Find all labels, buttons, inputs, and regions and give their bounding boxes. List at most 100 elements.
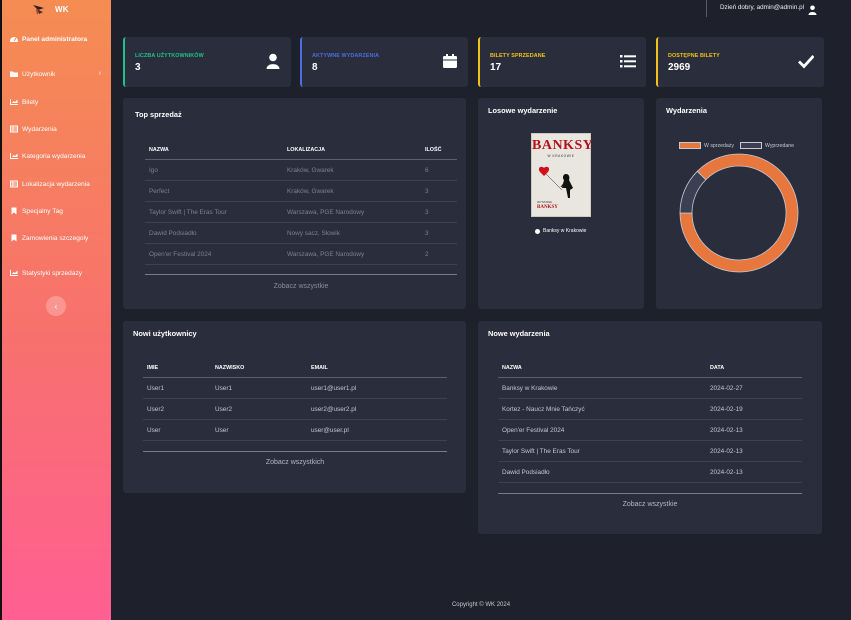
chart-icon [10, 98, 18, 106]
stat-card-available-tickets: DOSTĘPNE BILETY 2969 [656, 37, 824, 87]
new-users-title: Nowi użytkownicy [133, 329, 197, 338]
sidebar-collapse-button[interactable]: ‹ [46, 296, 66, 316]
column-header[interactable]: LOKALIZACJA [283, 141, 421, 160]
sidebar-item-label: Użytkownik [22, 70, 56, 78]
chart-icon [10, 269, 18, 277]
legend-swatch[interactable] [679, 142, 701, 149]
cell-location: Nowy sacz, Słowik [283, 222, 421, 244]
column-header[interactable]: ILOŚĆ [421, 141, 457, 160]
table-icon [10, 125, 18, 133]
stat-value: 3 [135, 62, 141, 73]
cell-event-name: Dawid Podsiadło [498, 461, 706, 483]
table-row[interactable]: Perfect Kraków, Gwarek 3 [145, 180, 457, 202]
topbar-divider [706, 0, 707, 17]
sidebar-item-label: Specjalny Tag [22, 207, 63, 215]
dashboard-icon [10, 35, 18, 43]
table-row[interactable]: Taylor Swift | The Eras Tour Warszawa, PG… [145, 201, 457, 223]
stat-label: LICZBA UŻYTKOWNIKÓW [135, 53, 204, 59]
table-row[interactable]: User2 User2 user2@user2.pl [143, 398, 447, 420]
stat-card-tickets-sold: BILETY SPRZEDANE 17 [478, 37, 646, 87]
sidebar-item-label: Lokalizacja wydarzenia [22, 180, 90, 188]
cell-email: user2@user2.pl [307, 398, 447, 420]
table-row[interactable]: Taylor Swift | The Eras Tour 2024-02-13 [498, 440, 802, 462]
bookmark-icon [10, 234, 18, 242]
sidebar-item-4[interactable]: Kategoria wydarzenia [10, 149, 103, 163]
cell-first-name: User1 [143, 377, 211, 399]
table-row[interactable]: User User user@user.pl [143, 419, 447, 441]
brand-name: WK [55, 4, 69, 14]
sidebar-item-6[interactable]: Specjalny Tag [10, 204, 103, 218]
column-header[interactable]: NAZWA [498, 359, 706, 378]
footer-copyright: Copyright © WK 2024 [451, 602, 511, 608]
legend-label[interactable]: W sprzedaży [704, 143, 734, 149]
cell-date: 2024-02-13 [706, 419, 802, 441]
table-row[interactable]: Kortez - Naucz Mnie Tańczyć 2024-02-19 [498, 398, 802, 420]
cell-date: 2024-02-13 [706, 440, 802, 462]
caption-dot [535, 228, 540, 234]
new-events-title: Nowe wydarzenia [488, 329, 550, 338]
table-row[interactable]: Open'er Festival 2024 2024-02-13 [498, 419, 802, 441]
stat-value: 2969 [668, 62, 691, 73]
table-row[interactable]: User1 User1 user1@user1.pl [143, 377, 447, 399]
column-header[interactable]: DATA [706, 359, 802, 378]
table-row[interactable]: Open'er Festival 2024 Warszawa, PGE Narod… [145, 243, 457, 265]
see-all-link[interactable]: Zobacz wszystkie [498, 501, 802, 508]
cell-event-name: Banksy w Krakowie [498, 377, 706, 399]
user-icon[interactable] [808, 2, 817, 15]
cell-first-name: User [143, 419, 211, 441]
top-sales-card: Top sprzedaż NAZWA LOKALIZACJA ILOŚĆ Igo… [123, 98, 466, 309]
cell-name: Dawid Podsiadło [145, 222, 283, 244]
bookmark-icon [10, 207, 18, 215]
table-row[interactable]: Banksy w Krakowie 2024-02-27 [498, 377, 802, 399]
folder-icon [10, 70, 18, 78]
events-chart-title: Wydarzenia [666, 106, 707, 115]
sidebar-item-5[interactable]: Lokalizacja wydarzenia [10, 177, 103, 191]
cell-first-name: User2 [143, 398, 211, 420]
chart-icon [10, 152, 18, 160]
column-header[interactable]: NAZWA [145, 141, 283, 160]
brand[interactable]: WK [32, 1, 69, 17]
legend-swatch[interactable] [739, 142, 762, 149]
column-header[interactable]: IMIE [143, 359, 211, 378]
table-row[interactable]: Igo Kraków, Gwarek 6 [145, 159, 457, 181]
top-sales-title: Top sprzedaż [135, 110, 182, 119]
donut-slice-wyprzedane[interactable] [679, 170, 707, 214]
new-events-table: NAZWA DATA Banksy w Krakowie 2024-02-27 K… [498, 359, 802, 483]
sidebar-item-label: Wydarzenia [22, 125, 57, 133]
cell-date: 2024-02-19 [706, 398, 802, 420]
sidebar-item-1[interactable]: Użytkownik › [10, 67, 103, 81]
sidebar-item-8[interactable]: Statystyki sprzedazy [10, 266, 103, 280]
table-row[interactable]: Dawid Podsiadło 2024-02-13 [498, 461, 802, 483]
see-all-link[interactable]: Zobacz wszystkich [143, 459, 447, 466]
see-all-link[interactable]: Zobacz wszystkie [145, 283, 457, 290]
random-event-title: Losowe wydarzenie [488, 106, 558, 115]
table-row[interactable]: Dawid Podsiadło Nowy sacz, Słowik 3 [145, 222, 457, 244]
sidebar-item-label: Kategoria wydarzenia [22, 152, 86, 160]
poster-title: BANKSY [532, 138, 594, 153]
cell-location: Kraków, Gwarek [283, 180, 421, 202]
event-poster[interactable]: BANKSY W KRAKOWIE WYSTAWA BANKSY [532, 134, 594, 216]
cell-last-name: User2 [211, 398, 307, 420]
sidebar-item-label: Bilety [22, 98, 39, 106]
column-header[interactable]: EMAIL [307, 359, 447, 378]
legend-label[interactable]: Wyprzedane [765, 143, 794, 149]
top-sales-table: NAZWA LOKALIZACJA ILOŚĆ Igo Kraków, Gware… [145, 141, 457, 265]
divider [145, 274, 457, 275]
sidebar-item-7[interactable]: Zamowienia szczegoly [10, 231, 103, 245]
cell-last-name: User1 [211, 377, 307, 399]
column-header[interactable]: NAZWISKO [211, 359, 307, 378]
sidebar-item-3[interactable]: Wydarzenia [10, 122, 103, 136]
list-icon [620, 53, 636, 69]
poster-small-text: WYSTAWA [537, 200, 553, 204]
caption-text: Banksy w Krakowie [543, 228, 587, 234]
greeting-text[interactable]: Dzień dobry, admin@admin.pl [720, 4, 804, 11]
sidebar-item-2[interactable]: Bilety [10, 95, 103, 109]
chart-legend: W sprzedaży Wyprzedane [679, 142, 794, 149]
table-icon [10, 180, 18, 188]
sidebar-item-0[interactable]: Panel administratora [10, 32, 103, 46]
sidebar: WK Panel administratora Użytkownik › Bilety… [0, 0, 111, 620]
divider [498, 493, 802, 494]
chevron-right-icon: › [98, 70, 101, 77]
events-donut-chart [679, 153, 799, 273]
sidebar-item-label: Statystyki sprzedazy [22, 269, 83, 277]
